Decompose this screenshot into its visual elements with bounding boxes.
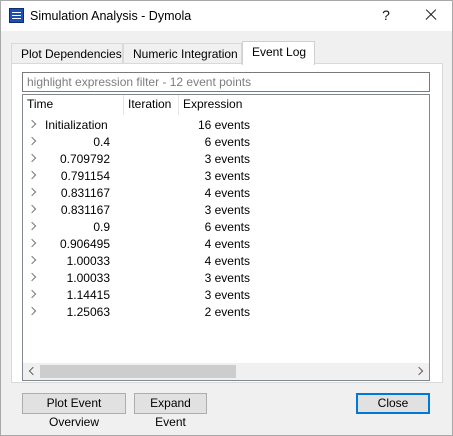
row-time: 1.00033 [66,254,110,268]
column-header-iteration[interactable]: Iteration [124,95,179,115]
dymola-app-icon [9,8,24,23]
row-time: 0.709792 [59,152,110,166]
plot-event-overview-button[interactable]: Plot Event Overview [22,393,126,429]
column-header-time[interactable]: Time [23,95,124,115]
expand-chevron-icon[interactable] [29,120,37,129]
table-row[interactable]: 0.9 6 events [23,219,429,236]
table-row[interactable]: 0.4 6 events [23,134,429,151]
scroll-right-arrow-icon[interactable] [412,363,429,380]
row-time: 0.791154 [60,169,110,183]
expand-chevron-icon[interactable] [29,205,37,214]
row-time: 0.831167 [60,203,110,217]
expand-chevron-icon[interactable] [29,188,37,197]
row-expression: 6 events [204,220,250,234]
row-expression: 3 events [204,271,250,285]
table-header: Time Iteration Expression [23,95,429,115]
row-expression: 4 events [204,254,250,268]
table-row[interactable]: Initialization 16 events [23,117,429,134]
title-bar: Simulation Analysis - Dymola ? [1,1,452,31]
row-expression: 2 events [204,305,250,319]
table-row[interactable]: 1.00033 4 events [23,253,429,270]
scroll-left-arrow-icon[interactable] [23,363,40,380]
horizontal-scrollbar[interactable] [23,363,429,380]
help-button[interactable]: ? [376,5,396,25]
row-time: 1.00033 [66,271,110,285]
row-expression: 4 events [204,237,250,251]
expand-chevron-icon[interactable] [29,256,37,265]
row-expression: 4 events [204,186,250,200]
row-time: 0.906495 [59,237,110,251]
scrollbar-thumb[interactable] [40,365,236,378]
row-expression: 3 events [204,203,250,217]
row-expression: 6 events [204,135,250,149]
expand-chevron-icon[interactable] [29,273,37,282]
column-header-expression[interactable]: Expression [179,95,429,115]
table-row[interactable]: 0.709792 3 events [23,151,429,168]
expand-chevron-icon[interactable] [29,137,37,146]
table-row[interactable]: 1.00033 3 events [23,270,429,287]
table-row[interactable]: 1.14415 3 events [23,287,429,304]
row-expression: 3 events [204,152,250,166]
event-table: Time Iteration Expression Initialization… [22,94,430,381]
expression-filter-input[interactable] [22,72,430,92]
row-time: 1.14415 [66,288,110,302]
expand-event-button[interactable]: Expand Event [134,393,207,429]
window-title: Simulation Analysis - Dymola [30,9,192,23]
row-time: 1.25063 [66,305,110,319]
expand-chevron-icon[interactable] [29,239,37,248]
table-row[interactable]: 0.906495 4 events [23,236,429,253]
tab-numeric-integration[interactable]: Numeric Integration [123,43,242,64]
close-button[interactable]: Close [356,393,430,414]
table-row[interactable]: 1.25063 2 events [23,304,429,321]
dialog-window: Simulation Analysis - Dymola ? Plot Depe… [0,0,453,436]
tab-plot-dependencies[interactable]: Plot Dependencies [11,43,123,64]
expand-chevron-icon[interactable] [29,171,37,180]
row-time: 0.9 [93,220,110,234]
table-row[interactable]: 0.831167 3 events [23,202,429,219]
tab-event-log[interactable]: Event Log [242,41,315,65]
row-expression: 16 events [197,118,250,132]
row-time: 0.4 [93,135,110,149]
close-icon[interactable] [420,5,442,25]
table-row[interactable]: 0.831167 4 events [23,185,429,202]
row-expression: 3 events [204,288,250,302]
expand-chevron-icon[interactable] [29,290,37,299]
expand-chevron-icon[interactable] [29,222,37,231]
row-time: 0.831167 [60,186,110,200]
expand-chevron-icon[interactable] [29,154,37,163]
row-expression: 3 events [204,169,250,183]
row-time: Initialization [45,118,108,132]
expand-chevron-icon[interactable] [29,307,37,316]
table-row[interactable]: 0.791154 3 events [23,168,429,185]
